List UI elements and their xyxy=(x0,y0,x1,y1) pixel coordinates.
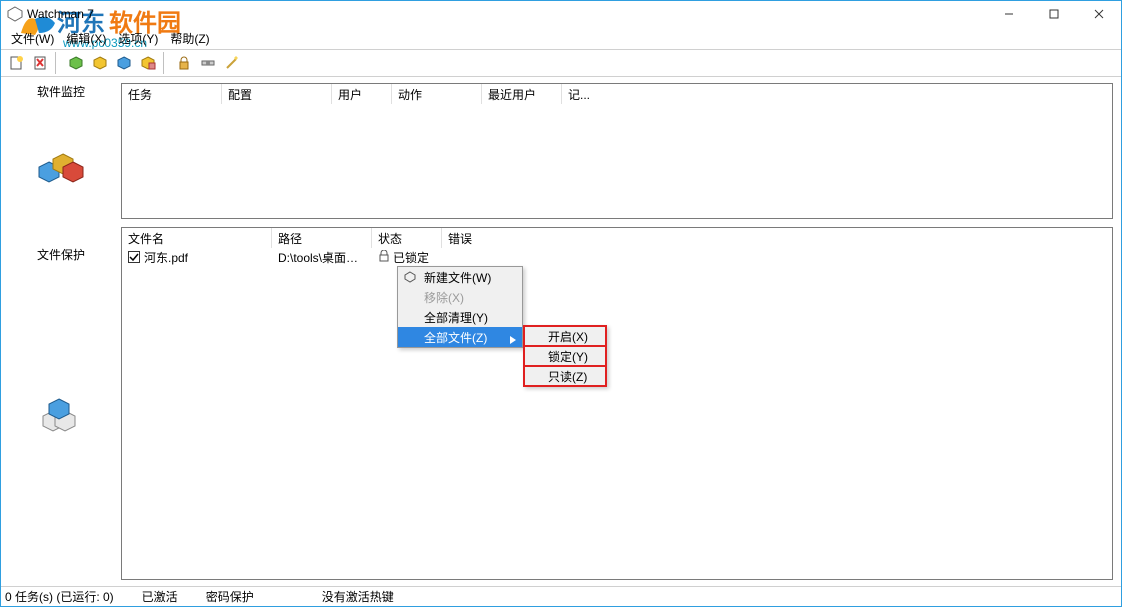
toolbar-cube-locked-icon[interactable] xyxy=(137,52,159,74)
context-menu: 新建文件(W) 移除(X) 全部清理(Y) 全部文件(Z) xyxy=(397,266,523,348)
col-recent-user[interactable]: 最近用户 xyxy=(482,84,562,104)
row-checkbox[interactable] xyxy=(128,251,140,263)
sidebar-label-software-monitor: 软件监控 xyxy=(37,83,85,100)
col-record[interactable]: 记... xyxy=(562,84,602,104)
close-button[interactable] xyxy=(1076,1,1121,27)
task-list-pane: 任务 配置 用户 动作 最近用户 记... xyxy=(121,83,1113,219)
app-icon xyxy=(7,6,23,22)
toolbar-wand-icon[interactable] xyxy=(221,52,243,74)
sidebar-item-software-monitor[interactable]: 软件监控 xyxy=(1,77,121,240)
menu-bar: 文件(W) 编辑(X) 选项(Y) 帮助(Z) xyxy=(1,27,1121,49)
toolbar-cube-blue-icon[interactable] xyxy=(113,52,135,74)
ctx-sub-readonly[interactable]: 只读(Z) xyxy=(524,366,606,386)
col-config[interactable]: 配置 xyxy=(222,84,332,104)
minimize-button[interactable] xyxy=(986,1,1031,27)
sidebar-label-file-protect: 文件保护 xyxy=(37,246,85,263)
status-bar: 0 任务(s) (已运行: 0) 已激活 密码保护 没有激活热键 xyxy=(1,586,1121,606)
ctx-new-file[interactable]: 新建文件(W) xyxy=(398,267,522,287)
row-status: 已锁定 xyxy=(393,249,429,266)
col-action[interactable]: 动作 xyxy=(392,84,482,104)
cubes-multi-icon xyxy=(29,110,93,230)
col-filename[interactable]: 文件名 xyxy=(122,228,272,248)
lock-small-icon xyxy=(378,250,390,265)
file-list-header: 文件名 路径 状态 错误 xyxy=(122,228,1112,248)
status-pwd-protect: 密码保护 xyxy=(206,588,254,605)
toolbar-new-icon[interactable] xyxy=(5,52,27,74)
toolbar-lock-icon[interactable] xyxy=(173,52,195,74)
title-bar: Watchman 7 xyxy=(1,1,1121,27)
row-path: D:\tools\桌面… xyxy=(272,249,372,266)
ctx-all-files[interactable]: 全部文件(Z) xyxy=(398,327,522,347)
task-list-header: 任务 配置 用户 动作 最近用户 记... xyxy=(122,84,1112,104)
menu-file[interactable]: 文件(W) xyxy=(5,28,60,49)
hexagon-icon xyxy=(403,270,417,284)
sidebar-item-file-protect[interactable]: 文件保护 xyxy=(1,240,121,563)
col-error[interactable]: 错误 xyxy=(442,228,1112,248)
col-path[interactable]: 路径 xyxy=(272,228,372,248)
cubes-stack-icon xyxy=(29,273,93,553)
file-list-pane: 文件名 路径 状态 错误 河东.pdf D:\tools\桌面… xyxy=(121,227,1113,580)
toolbar xyxy=(1,49,1121,77)
toolbar-cube-green-icon[interactable] xyxy=(65,52,87,74)
col-task[interactable]: 任务 xyxy=(122,84,222,104)
status-no-hotkey: 没有激活热键 xyxy=(322,588,394,605)
toolbar-settings-icon[interactable] xyxy=(197,52,219,74)
chevron-right-icon xyxy=(510,333,516,347)
row-filename: 河东.pdf xyxy=(144,249,188,266)
status-tasks: 0 任务(s) (已运行: 0) xyxy=(5,588,114,605)
ctx-remove: 移除(X) xyxy=(398,287,522,307)
menu-help[interactable]: 帮助(Z) xyxy=(164,28,215,49)
ctx-sub-lock[interactable]: 锁定(Y) xyxy=(524,346,606,366)
menu-options[interactable]: 选项(Y) xyxy=(112,28,164,49)
window-title: Watchman 7 xyxy=(27,7,94,21)
toolbar-cube-yellow-icon[interactable] xyxy=(89,52,111,74)
status-activated: 已激活 xyxy=(142,588,178,605)
file-row[interactable]: 河东.pdf D:\tools\桌面… 已锁定 xyxy=(122,248,1112,266)
ctx-sub-open[interactable]: 开启(X) xyxy=(524,326,606,346)
col-user[interactable]: 用户 xyxy=(332,84,392,104)
col-status[interactable]: 状态 xyxy=(372,228,442,248)
toolbar-delete-icon[interactable] xyxy=(29,52,51,74)
sidebar: 软件监控 文件保护 xyxy=(1,77,121,586)
context-submenu: 开启(X) 锁定(Y) 只读(Z) xyxy=(523,325,607,387)
maximize-button[interactable] xyxy=(1031,1,1076,27)
menu-edit[interactable]: 编辑(X) xyxy=(60,28,112,49)
ctx-clear-all[interactable]: 全部清理(Y) xyxy=(398,307,522,327)
